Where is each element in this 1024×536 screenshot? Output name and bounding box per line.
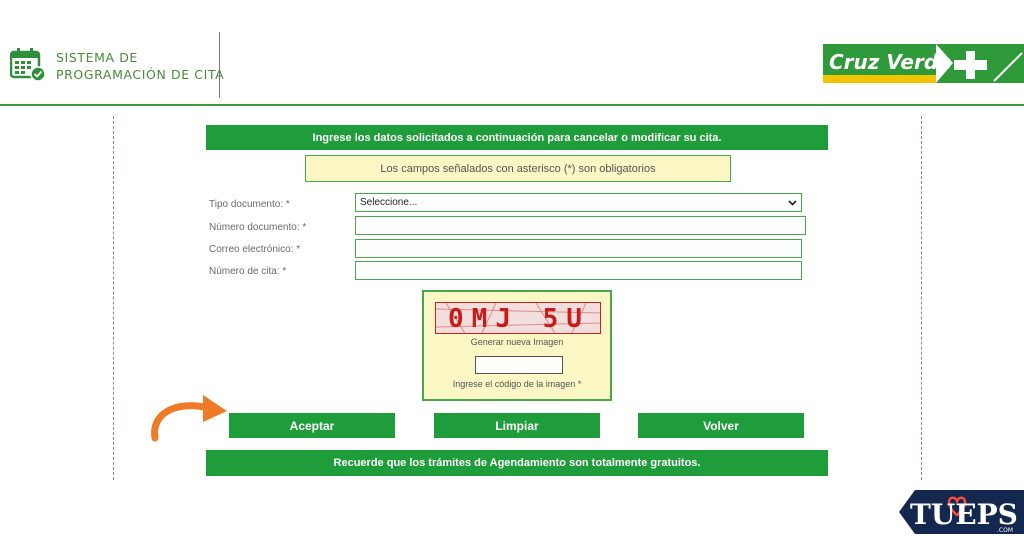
required-fields-notice: Los campos señalados con asterisco (*) s… — [305, 155, 731, 182]
email-input[interactable] — [355, 239, 802, 258]
top-banner: Ingrese los datos solicitados a continua… — [206, 125, 828, 150]
document-number-input[interactable] — [355, 216, 806, 235]
tueps-logo: TUEPS .COM — [899, 490, 1024, 534]
cruz-verde-logo: Cruz Verde — [823, 42, 1024, 86]
orange-curved-arrow-icon — [151, 395, 227, 442]
calendar-check-icon — [10, 48, 46, 82]
watermark-suffix: .COM — [997, 527, 1013, 534]
captcha-image: 0MJ 5U — [435, 302, 601, 334]
clear-button[interactable]: Limpiar — [434, 413, 600, 438]
back-button[interactable]: Volver — [638, 413, 804, 438]
generate-new-image-link[interactable]: Generar nueva Imagen — [424, 337, 610, 347]
system-title-line2: PROGRAMACIÓN DE CITA — [56, 67, 225, 82]
bottom-banner: Recuerde que los trámites de Agendamient… — [206, 450, 828, 476]
left-page-border — [113, 116, 114, 480]
label-email: Correo electrónico: * — [209, 244, 301, 255]
system-title: SISTEMA DE PROGRAMACIÓN DE CITA — [56, 49, 224, 83]
label-appointment-number: Número de cita: * — [209, 266, 287, 277]
captcha-input-label: Ingrese el código de la imagen * — [452, 379, 582, 389]
header-divider — [219, 32, 220, 98]
document-type-selected: Seleccione... — [360, 197, 418, 208]
captcha-panel: 0MJ 5U Generar nueva Imagen Ingrese el c… — [422, 290, 612, 401]
captcha-code: 0MJ 5U — [448, 304, 590, 334]
accept-button[interactable]: Aceptar — [229, 413, 395, 438]
document-type-select[interactable]: Seleccione... — [355, 193, 802, 212]
app-header: SISTEMA DE PROGRAMACIÓN DE CITA Cruz Ver… — [0, 0, 1024, 106]
system-title-line1: SISTEMA DE — [56, 50, 138, 65]
right-page-border — [921, 116, 922, 480]
chevron-down-icon — [788, 199, 797, 206]
brand-name: Cruz Verde — [829, 50, 952, 74]
captcha-input[interactable] — [475, 356, 563, 374]
label-document-type: Tipo documento: * — [209, 199, 290, 210]
label-document-number: Número documento: * — [209, 222, 307, 233]
appointment-number-input[interactable] — [355, 261, 802, 280]
